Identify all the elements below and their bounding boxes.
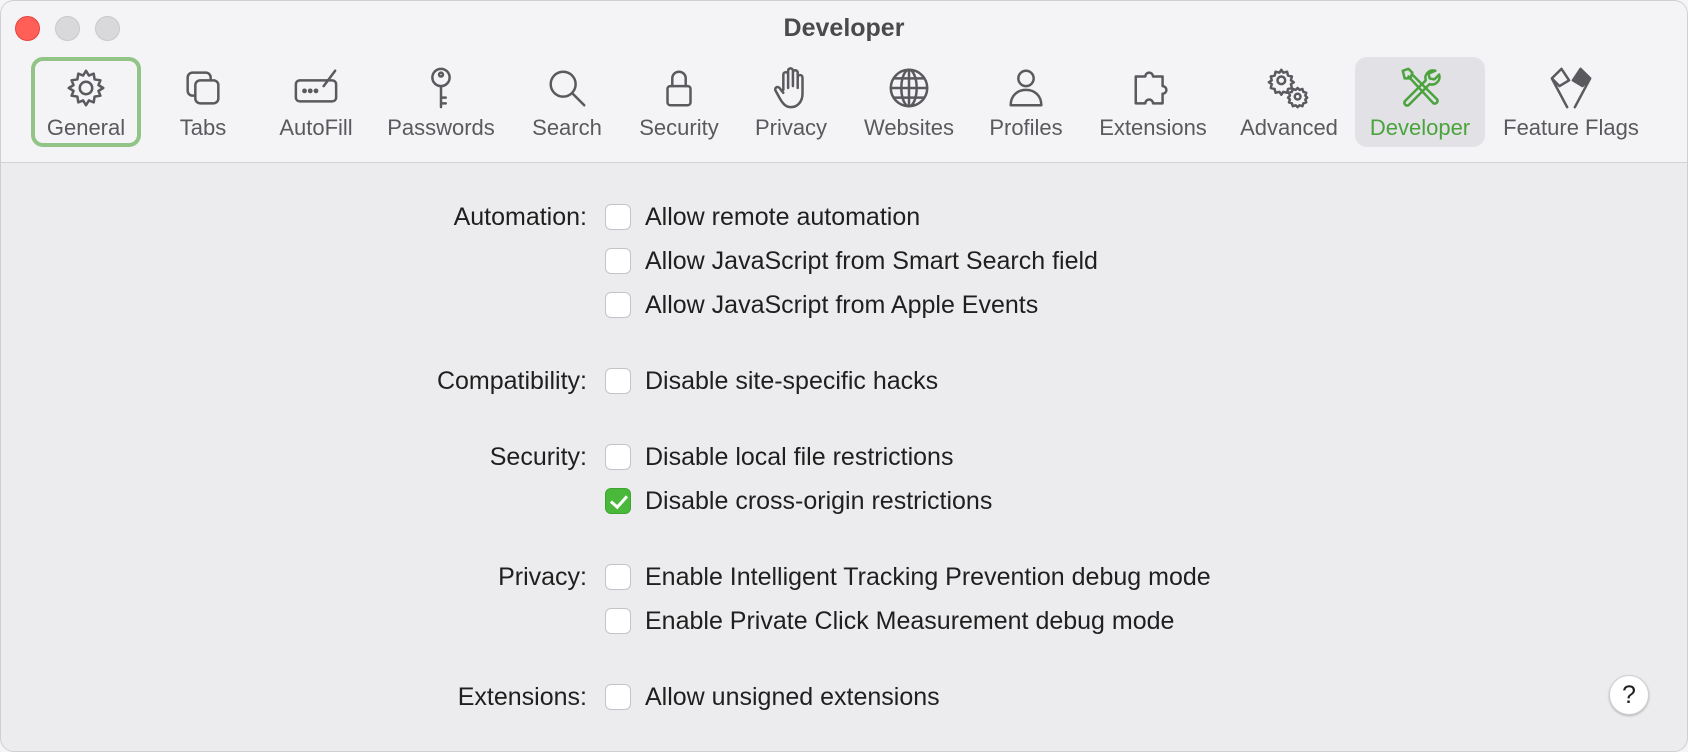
- option-label: Allow JavaScript from Smart Search field: [645, 246, 1098, 275]
- section-label-privacy: Privacy:: [498, 562, 587, 591]
- tab-profiles[interactable]: Profiles: [977, 57, 1075, 147]
- tab-security[interactable]: Security: [631, 57, 727, 147]
- tab-autofill[interactable]: AutoFill: [263, 57, 369, 147]
- disable-cross-origin-restrictions-checkbox[interactable]: [605, 488, 631, 514]
- tab-label: Search: [532, 115, 602, 140]
- preferences-toolbar: General Tabs AutoFill Passwords Search S…: [1, 57, 1687, 149]
- tab-tabs[interactable]: Tabs: [151, 57, 255, 147]
- security-row-1: Security: Disable local file restriction…: [1, 442, 1687, 472]
- lock-icon: [666, 70, 692, 107]
- tab-label: Tabs: [179, 115, 227, 140]
- tab-passwords[interactable]: Passwords: [379, 57, 503, 147]
- tab-privacy[interactable]: Privacy: [743, 57, 839, 147]
- option-label: Disable site-specific hacks: [645, 366, 939, 395]
- tab-label: Security: [639, 115, 719, 140]
- option-label: Allow remote automation: [645, 202, 921, 231]
- puzzle-icon: [1134, 71, 1168, 105]
- compatibility-row: Compatibility: Disable site-specific hac…: [1, 366, 1687, 396]
- developer-settings-pane: Automation: Allow remote automation Allo…: [1, 163, 1687, 751]
- option-label: Allow JavaScript from Apple Events: [645, 290, 1039, 319]
- allow-js-apple-events-checkbox[interactable]: [605, 292, 631, 318]
- automation-row-1: Automation: Allow remote automation: [1, 202, 1687, 232]
- option-label: Enable Private Click Measurement debug m…: [645, 606, 1175, 635]
- globe-icon: [889, 68, 929, 108]
- flags-icon: [1550, 67, 1592, 109]
- automation-row-2: Allow JavaScript from Smart Search field: [1, 246, 1687, 276]
- tab-feature-flags[interactable]: Feature Flags: [1495, 57, 1647, 147]
- window-title: Developer: [783, 14, 905, 42]
- option-label: Disable local file restrictions: [645, 442, 954, 471]
- option-label: Enable Intelligent Tracking Prevention d…: [645, 562, 1211, 591]
- tab-label: Websites: [863, 115, 955, 140]
- enable-pcm-debug-checkbox[interactable]: [605, 608, 631, 634]
- tab-label: Advanced: [1240, 115, 1338, 140]
- help-button[interactable]: ?: [1609, 675, 1649, 715]
- tab-developer[interactable]: Developer: [1355, 57, 1485, 147]
- disable-site-specific-hacks-checkbox[interactable]: [605, 368, 631, 394]
- tab-label: Extensions: [1099, 115, 1207, 140]
- magnifier-icon: [549, 70, 586, 107]
- automation-row-3: Allow JavaScript from Apple Events: [1, 290, 1687, 320]
- tab-advanced[interactable]: Advanced: [1231, 57, 1347, 147]
- section-label-compatibility: Compatibility:: [436, 366, 587, 395]
- gear-icon: [67, 69, 105, 107]
- tab-search[interactable]: Search: [519, 57, 615, 147]
- allow-js-smart-search-checkbox[interactable]: [605, 248, 631, 274]
- preferences-window: Developer General Tabs AutoFill Password…: [0, 0, 1688, 752]
- gears-icon: [1267, 68, 1309, 109]
- extensions-row: Extensions: Allow unsigned extensions: [1, 682, 1687, 712]
- tab-label: AutoFill: [279, 115, 353, 140]
- title-bar: Developer General Tabs AutoFill Password…: [1, 1, 1687, 163]
- option-label: Allow unsigned extensions: [645, 682, 940, 711]
- tab-general[interactable]: General: [31, 57, 141, 147]
- key-icon: [431, 67, 451, 109]
- option-label: Disable cross-origin restrictions: [645, 486, 993, 515]
- tab-websites[interactable]: Websites: [857, 57, 961, 147]
- tab-extensions[interactable]: Extensions: [1091, 57, 1215, 147]
- security-row-2: Disable cross-origin restrictions: [1, 486, 1687, 516]
- enable-itp-debug-checkbox[interactable]: [605, 564, 631, 590]
- hand-icon: [773, 67, 804, 109]
- tab-label: General: [46, 115, 126, 140]
- section-label-security: Security:: [489, 442, 587, 471]
- tabs-icon: [186, 71, 220, 105]
- section-label-automation: Automation:: [453, 202, 587, 231]
- autofill-icon: [294, 69, 338, 103]
- allow-remote-automation-checkbox[interactable]: [605, 204, 631, 230]
- privacy-row-2: Enable Private Click Measurement debug m…: [1, 606, 1687, 636]
- privacy-row-1: Privacy: Enable Intelligent Tracking Pre…: [1, 562, 1687, 592]
- section-label-extensions: Extensions:: [457, 682, 587, 711]
- tab-label: Feature Flags: [1503, 115, 1639, 140]
- disable-local-file-restrictions-checkbox[interactable]: [605, 444, 631, 470]
- tab-label: Developer: [1369, 115, 1471, 140]
- person-icon: [1009, 69, 1043, 107]
- allow-unsigned-extensions-checkbox[interactable]: [605, 684, 631, 710]
- wrench-screwdriver-icon: [1401, 67, 1441, 107]
- tab-label: Privacy: [754, 115, 828, 140]
- tab-label: Profiles: [989, 115, 1063, 140]
- tab-label: Passwords: [387, 115, 495, 140]
